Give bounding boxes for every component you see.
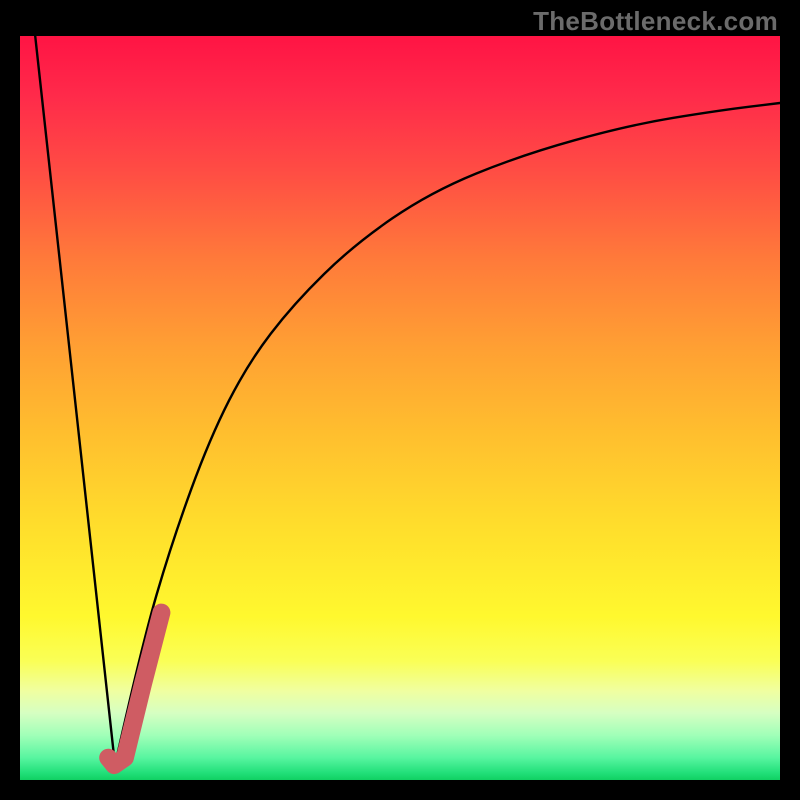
left-descent-curve <box>35 36 115 765</box>
curve-layer <box>20 36 780 780</box>
plot-area <box>20 36 780 780</box>
right-rise-curve <box>115 103 780 765</box>
brand-watermark: TheBottleneck.com <box>533 6 778 37</box>
chart-frame: TheBottleneck.com <box>0 0 800 800</box>
hook-overlay <box>108 613 161 766</box>
